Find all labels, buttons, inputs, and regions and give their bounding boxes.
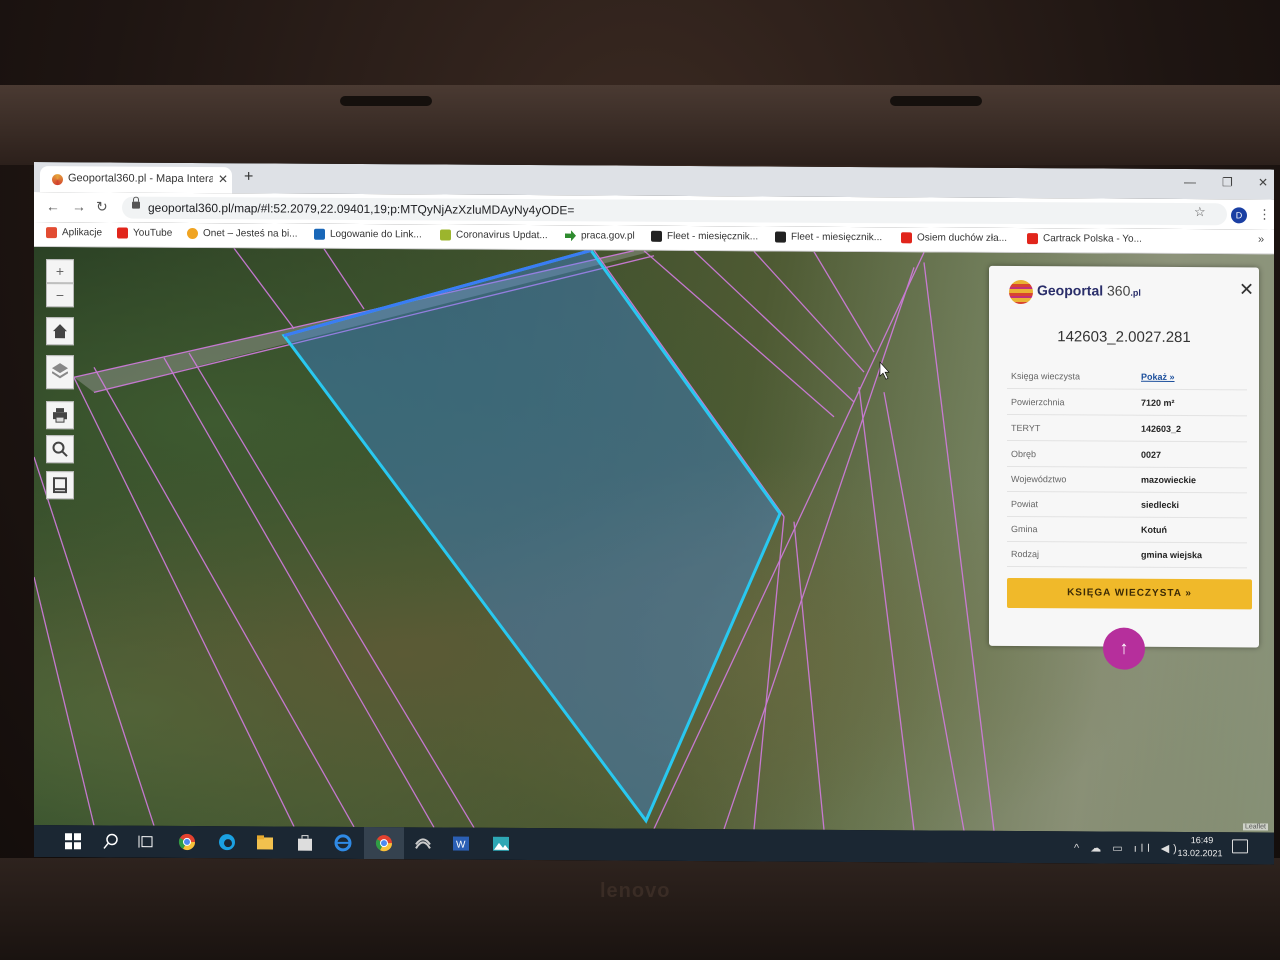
bookmark-coronavirus[interactable]: Coronavirus Updat... xyxy=(440,229,548,241)
fleet-icon xyxy=(651,230,662,242)
word-icon[interactable]: W xyxy=(452,835,470,853)
app-icon[interactable] xyxy=(414,834,432,852)
onet-icon xyxy=(187,227,198,240)
hinge-right xyxy=(890,96,982,106)
edge-icon[interactable] xyxy=(218,833,236,851)
maximize-icon[interactable]: ❐ xyxy=(1222,175,1233,189)
linkedin-icon xyxy=(314,228,325,240)
search-icon xyxy=(52,441,68,457)
system-tray[interactable]: ^ ☁ ▭ ıll ◀) xyxy=(1074,841,1181,855)
youtube-icon xyxy=(1027,233,1038,245)
bookmark-onet[interactable]: Onet – Jesteś na bi... xyxy=(187,227,298,240)
chrome-active-icon[interactable] xyxy=(375,834,393,852)
profile-avatar[interactable]: D xyxy=(1231,207,1247,224)
arrow-up-icon: ↑ xyxy=(1119,637,1129,658)
task-view-icon[interactable] xyxy=(138,833,156,851)
search-button[interactable] xyxy=(46,435,74,464)
layers-button[interactable] xyxy=(46,355,74,390)
hinge-left xyxy=(340,96,432,106)
row-powierzchnia: Powierzchnia 7120 m² xyxy=(1007,389,1247,417)
screen: Geoportal360.pl - Mapa Interakty ✕ + — ❐… xyxy=(34,162,1274,865)
layers-icon xyxy=(52,363,68,379)
bookmark-praca[interactable]: praca.gov.pl xyxy=(565,230,635,242)
show-land-register-link[interactable]: Pokaż » xyxy=(1141,372,1175,382)
reload-icon[interactable]: ↻ xyxy=(96,198,108,215)
bezel-top xyxy=(0,85,1280,165)
bookmark-youtube[interactable]: YouTube xyxy=(117,227,172,239)
search-taskbar-icon[interactable] xyxy=(102,832,120,850)
bookmark-star-icon[interactable]: ☆ xyxy=(1194,204,1206,220)
forward-icon[interactable]: → xyxy=(72,198,86,214)
print-icon xyxy=(53,408,67,423)
geoportal-logo-text: Geoportal 360.pl xyxy=(1037,282,1141,299)
home-button[interactable] xyxy=(46,317,74,346)
parcel-info-panel: Geoportal 360.pl ✕ 142603_2.0027.281 Ksi… xyxy=(989,265,1259,648)
geoportal-favicon-icon xyxy=(52,174,63,186)
leaflet-attribution[interactable]: Leaflet xyxy=(1242,823,1268,831)
bookmarks-overflow-icon[interactable]: » xyxy=(1258,233,1264,245)
back-icon[interactable]: ← xyxy=(46,198,60,214)
parcel-id: 142603_2.0027.281 xyxy=(1057,328,1191,347)
notifications-icon[interactable] xyxy=(1232,839,1248,854)
youtube-icon xyxy=(117,227,128,239)
arrow-icon xyxy=(565,230,576,241)
measure-icon xyxy=(53,477,67,494)
chrome-icon[interactable] xyxy=(178,833,196,851)
svg-text:W: W xyxy=(456,840,466,851)
youtube-icon xyxy=(901,232,912,244)
file-explorer-icon[interactable] xyxy=(256,833,274,851)
bookmark-fleet-1[interactable]: Fleet - miesięcznik... xyxy=(651,230,758,242)
row-gmina: Gmina Kotuń xyxy=(1007,516,1247,544)
selected-parcel[interactable] xyxy=(281,248,782,824)
scroll-top-button[interactable]: ↑ xyxy=(1103,627,1145,670)
row-powiat: Powiat siedlecki xyxy=(1007,491,1247,519)
laptop-brand: lenovo xyxy=(600,880,671,902)
zoom-in-button[interactable]: + xyxy=(46,259,74,284)
internet-explorer-icon[interactable] xyxy=(334,834,352,852)
window-close-icon[interactable]: ✕ xyxy=(1258,175,1268,189)
clock-date[interactable]: 13.02.2021 xyxy=(1170,848,1230,858)
row-rodzaj: Rodzaj gmina wiejska xyxy=(1007,541,1247,569)
land-register-button[interactable]: KSIĘGA WIECZYSTA » xyxy=(1007,577,1252,610)
zoom-out-button[interactable]: − xyxy=(46,283,74,308)
browser-menu-icon[interactable]: ⋮ xyxy=(1258,206,1271,222)
bookmark-aplikacje[interactable]: Aplikacje xyxy=(46,227,102,238)
bookmark-osiem-duchow[interactable]: Osiem duchów zła... xyxy=(901,232,1007,244)
browser-tab[interactable]: Geoportal360.pl - Mapa Interakty ✕ xyxy=(40,166,232,194)
tab-close-icon[interactable]: ✕ xyxy=(218,172,228,186)
panel-close-icon[interactable]: ✕ xyxy=(1239,279,1254,300)
measure-button[interactable] xyxy=(46,471,74,500)
row-obreb: Obręb 0027 xyxy=(1007,441,1247,469)
new-tab-icon[interactable]: + xyxy=(244,168,253,186)
row-ksiega: Księga wieczysta Pokaż » xyxy=(1007,363,1247,391)
row-wojewodztwo: Województwo mazowieckie xyxy=(1007,466,1247,494)
minimize-icon[interactable]: — xyxy=(1184,175,1196,189)
coronavirus-icon xyxy=(440,229,451,241)
address-bar[interactable]: geoportal360.pl/map/#l:52.2079,22.09401,… xyxy=(122,196,1227,226)
home-icon xyxy=(53,324,67,339)
fleet-icon xyxy=(775,231,786,243)
geoportal-logo-icon xyxy=(1009,279,1033,305)
store-icon[interactable] xyxy=(296,834,314,852)
bezel-bottom xyxy=(0,858,1280,960)
apps-grid-icon xyxy=(46,227,57,239)
bookmark-cartrack[interactable]: Cartrack Polska - Yo... xyxy=(1027,233,1142,245)
bookmark-linkedin[interactable]: Logowanie do Link... xyxy=(314,228,422,240)
windows-start-icon[interactable] xyxy=(64,832,82,850)
url-text: geoportal360.pl/map/#l:52.2079,22.09401,… xyxy=(148,200,575,218)
row-teryt: TERYT 142603_2 xyxy=(1007,415,1247,443)
clock-time[interactable]: 16:49 xyxy=(1182,835,1222,845)
bookmark-fleet-2[interactable]: Fleet - miesięcznik... xyxy=(775,231,882,243)
lock-icon xyxy=(132,201,140,209)
print-button[interactable] xyxy=(46,401,74,430)
tab-title: Geoportal360.pl - Mapa Interakty xyxy=(68,172,213,186)
photos-icon[interactable] xyxy=(492,835,510,853)
